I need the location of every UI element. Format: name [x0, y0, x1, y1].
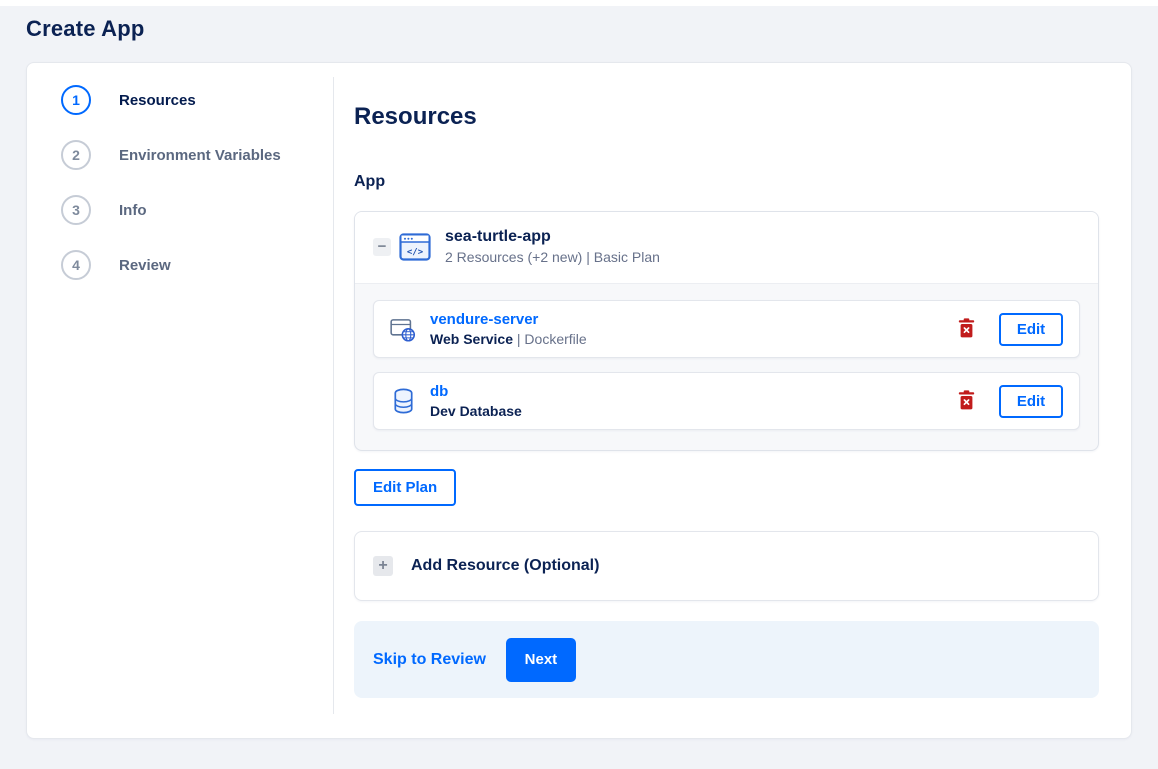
trash-icon: [958, 389, 975, 413]
step-label: Resources: [119, 91, 196, 109]
resource-name-link[interactable]: db: [430, 383, 448, 400]
svg-text:</>: </>: [407, 247, 424, 257]
step-review[interactable]: 4 Review: [61, 250, 334, 280]
app-window-code-icon: </>: [399, 232, 431, 261]
step-environment-variables[interactable]: 2 Environment Variables: [61, 140, 334, 170]
plus-icon: +: [373, 556, 393, 576]
collapse-app-button[interactable]: −: [373, 237, 391, 256]
step-label: Review: [119, 256, 171, 274]
resource-name-link[interactable]: vendure-server: [430, 311, 538, 328]
resource-meta: Web Service | Dockerfile: [430, 331, 956, 347]
app-name: sea-turtle-app: [445, 228, 551, 245]
resource-detail: | Dockerfile: [513, 331, 587, 347]
create-app-wizard-card: 1 Resources 2 Environment Variables 3 In…: [26, 62, 1132, 739]
page-title: Create App: [26, 16, 145, 41]
content-heading: Resources: [354, 103, 477, 130]
edit-plan-button[interactable]: Edit Plan: [354, 469, 457, 506]
app-title-block: sea-turtle-app 2 Resources (+2 new) | Ba…: [445, 228, 660, 265]
next-button[interactable]: Next: [505, 637, 576, 682]
minus-icon: −: [377, 237, 387, 255]
skip-to-review-link[interactable]: Skip to Review: [373, 651, 488, 669]
edit-resource-button[interactable]: Edit: [999, 384, 1063, 418]
add-resource-button[interactable]: + Add Resource (Optional): [354, 531, 1099, 601]
step-number-badge: 3: [61, 195, 91, 225]
resource-text: db Dev Database: [430, 383, 956, 419]
wizard-footer: Skip to Review Next: [354, 621, 1099, 698]
app-section-label: App: [354, 173, 386, 190]
delete-resource-button[interactable]: [956, 388, 977, 415]
resource-meta: Dev Database: [430, 403, 956, 419]
delete-resource-button[interactable]: [956, 316, 977, 343]
add-resource-label: Add Resource (Optional): [411, 557, 600, 574]
resource-text: vendure-server Web Service | Dockerfile: [430, 311, 956, 347]
step-number-badge: 2: [61, 140, 91, 170]
edit-resource-button[interactable]: Edit: [999, 312, 1063, 346]
database-cylinder-icon: [390, 388, 416, 415]
wizard-stepper: 1 Resources 2 Environment Variables 3 In…: [27, 63, 334, 738]
step-info[interactable]: 3 Info: [61, 195, 334, 225]
resource-type: Dev Database: [430, 403, 522, 419]
step-content: Resources App − </> sea-turtle-app 2 Res…: [334, 63, 1131, 738]
app-card: − </> sea-turtle-app 2 Resources (+2 new…: [354, 211, 1099, 451]
app-card-header: − </> sea-turtle-app 2 Resources (+2 new…: [355, 212, 1098, 284]
step-label: Info: [119, 201, 147, 219]
page-header: Create App: [0, 6, 1158, 62]
step-resources[interactable]: 1 Resources: [61, 85, 334, 115]
app-card-body: vendure-server Web Service | Dockerfile: [355, 284, 1098, 450]
trash-icon: [958, 317, 975, 341]
step-number-badge: 4: [61, 250, 91, 280]
resource-row: db Dev Database Edit: [373, 372, 1080, 430]
resource-row: vendure-server Web Service | Dockerfile: [373, 300, 1080, 358]
step-number-badge: 1: [61, 85, 91, 115]
app-subtitle: 2 Resources (+2 new) | Basic Plan: [445, 249, 660, 265]
web-service-globe-icon: [390, 316, 416, 343]
step-label: Environment Variables: [119, 146, 281, 164]
resource-type: Web Service: [430, 331, 514, 347]
